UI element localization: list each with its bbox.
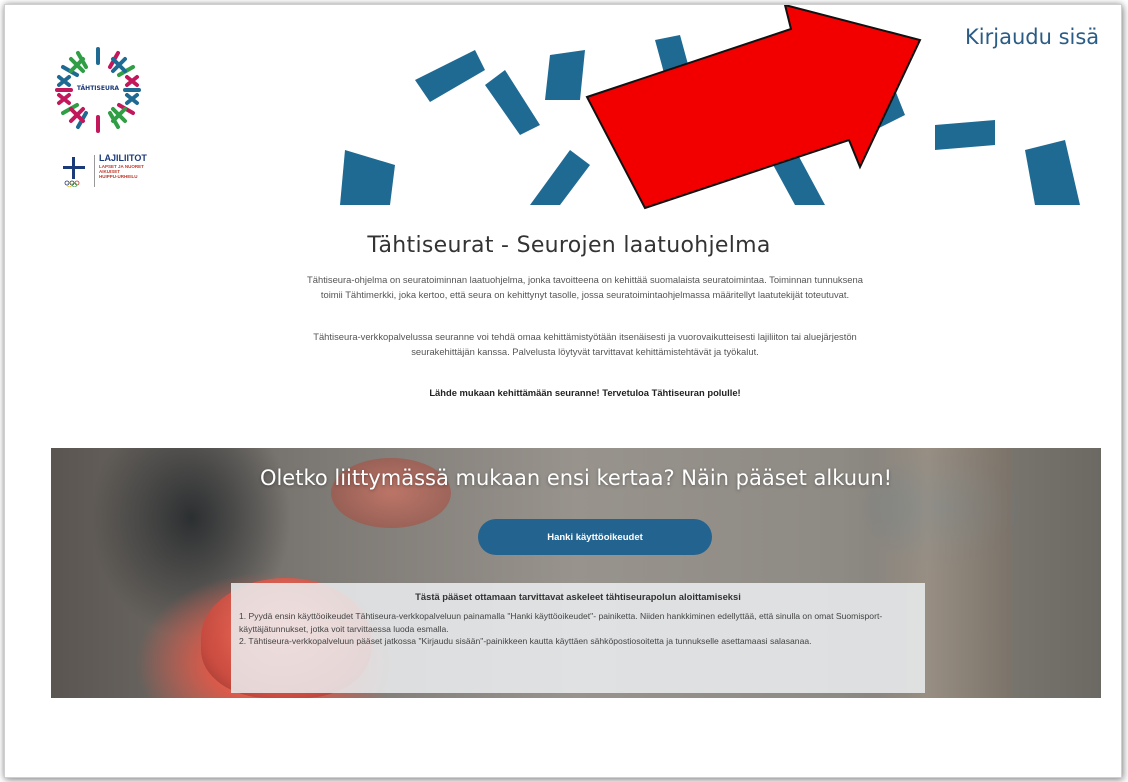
instructions-step: 1. Pyydä ensin käyttöoikeudet Tähtiseura… (239, 611, 883, 634)
page-title: Tähtiseurat - Seurojen laatuohjelma (367, 233, 771, 258)
getting-started-banner: Oletko liittymässä mukaan ensi kertaa? N… (51, 448, 1101, 698)
partner-title: LAJILIITOT (99, 153, 147, 163)
partner-subtitle: LAPSET JA NUORET AIKUISET HUIPPU-URHEILU (99, 164, 159, 179)
logo-text: TÄHTISEURA (76, 85, 120, 92)
intro-cta-text: Lähde mukaan kehittämään seuranne! Terve… (429, 387, 741, 398)
intro-paragraph: Tähtiseura-verkkopalvelussa seuranne voi… (313, 331, 857, 357)
banner-heading: Oletko liittymässä mukaan ensi kertaa? N… (259, 466, 893, 490)
logo-divider (94, 155, 95, 187)
olympic-cross-icon (63, 157, 85, 187)
red-arrow-annotation (585, 5, 922, 210)
page-frame: TÄHTISEURA LAJILIITOT LAPSET JA NUORET A… (4, 4, 1122, 778)
lajiliitot-logo[interactable]: LAJILIITOT LAPSET JA NUORET AIKUISET HUI… (61, 153, 181, 193)
partner-sub-line: HUIPPU-URHEILU (99, 174, 138, 179)
intro-paragraph: Tähtiseura-ohjelma on seuratoiminnan laa… (307, 274, 863, 300)
instructions-box: Tästä pääset ottamaan tarvittavat askele… (231, 583, 925, 693)
instructions-step: 2. Tähtiseura-verkkopalveluun pääset jat… (239, 636, 812, 646)
instructions-title: Tästä pääset ottamaan tarvittavat askele… (415, 591, 741, 602)
login-link[interactable]: Kirjaudu sisä (965, 25, 1099, 49)
tahtiseura-logo[interactable]: TÄHTISEURA (53, 45, 143, 135)
get-access-button[interactable]: Hanki käyttöoikeudet (478, 519, 712, 555)
